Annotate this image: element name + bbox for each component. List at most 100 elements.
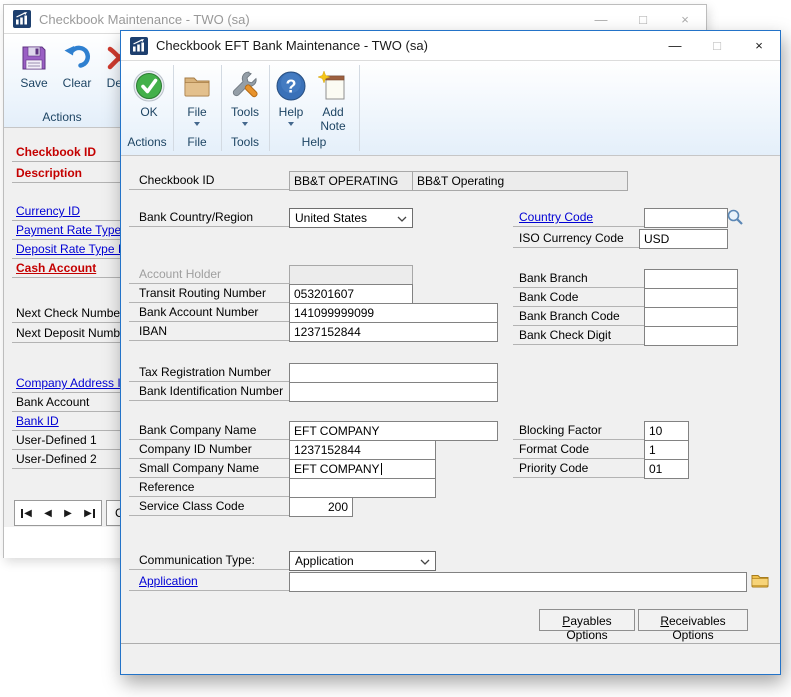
- group-label-file: File: [173, 135, 221, 149]
- reference-field[interactable]: [289, 478, 436, 498]
- last-record-button[interactable]: ▶: [84, 508, 95, 519]
- eft-form-area: Checkbook ID Bank Country/Region Account…: [121, 156, 780, 673]
- close-button[interactable]: ×: [738, 31, 780, 60]
- lookup-magnifier-icon[interactable]: [725, 207, 745, 227]
- bank-country-dropdown[interactable]: United States: [289, 208, 413, 228]
- account-holder-label: Account Holder: [129, 265, 289, 284]
- window-title: Checkbook EFT Bank Maintenance - TWO (sa…: [156, 38, 428, 53]
- app-bar-chart-icon: [130, 37, 148, 55]
- bank-code-label: Bank Code: [513, 288, 644, 307]
- bank-identification-label: Bank Identification Number: [129, 382, 289, 401]
- sidebar-item-payment-rate-type-id[interactable]: Payment Rate Type ID: [12, 220, 124, 240]
- svg-text:?: ?: [286, 77, 297, 97]
- sidebar-item-description: Description: [12, 163, 124, 183]
- group-separator: [359, 65, 360, 151]
- group-label-help: Help: [269, 135, 359, 149]
- chevron-down-icon: [242, 122, 248, 129]
- help-menu-button[interactable]: ? Help: [271, 69, 311, 129]
- sidebar-item-next-deposit-number: Next Deposit Number: [12, 323, 124, 343]
- tax-registration-field[interactable]: [289, 363, 498, 383]
- iban-label: IBAN: [129, 322, 289, 341]
- bank-code-field[interactable]: [644, 288, 738, 308]
- maximize-button[interactable]: □: [622, 5, 664, 33]
- bank-branch-label: Bank Branch: [513, 269, 644, 288]
- bank-company-name-label: Bank Company Name: [129, 421, 289, 440]
- tools-menu-button[interactable]: Tools: [223, 69, 267, 129]
- bank-branch-field[interactable]: [644, 269, 738, 289]
- sidebar-item-checkbook-id: Checkbook ID: [12, 142, 124, 162]
- iban-field[interactable]: 1237152844: [289, 322, 498, 342]
- service-class-code-field[interactable]: 200: [289, 497, 353, 517]
- checkbook-id-code-field[interactable]: BB&T OPERATING: [289, 171, 413, 191]
- transit-routing-label: Transit Routing Number: [129, 284, 289, 303]
- checkbook-id-label: Checkbook ID: [129, 171, 289, 190]
- previous-record-button[interactable]: ◀: [44, 508, 52, 519]
- next-record-button[interactable]: ▶: [64, 508, 72, 519]
- tax-registration-label: Tax Registration Number: [129, 363, 289, 382]
- status-bar-separator: [121, 643, 780, 644]
- group-label-tools: Tools: [221, 135, 269, 149]
- chevron-down-icon: [288, 122, 294, 129]
- sidebar-item-bank-account: Bank Account: [12, 392, 124, 412]
- bank-identification-field[interactable]: [289, 382, 498, 402]
- sidebar-item-company-address-id[interactable]: Company Address ID: [12, 373, 124, 393]
- maximize-button[interactable]: □: [696, 31, 738, 60]
- close-button[interactable]: ×: [664, 5, 706, 33]
- bank-branch-code-field[interactable]: [644, 307, 738, 327]
- chevron-down-icon: [397, 216, 407, 222]
- minimize-button[interactable]: —: [580, 5, 622, 33]
- sidebar-item-bank-id[interactable]: Bank ID: [12, 411, 124, 431]
- blocking-factor-field[interactable]: 10: [644, 421, 689, 441]
- group-label-actions: Actions: [121, 135, 173, 149]
- sidebar-item-user-defined-1: User-Defined 1: [12, 430, 124, 450]
- application-field[interactable]: [289, 572, 747, 592]
- priority-code-field[interactable]: 01: [644, 459, 689, 479]
- first-record-button[interactable]: ◀: [21, 508, 32, 519]
- company-id-number-field[interactable]: 1237152844: [289, 440, 436, 460]
- country-code-field[interactable]: [644, 208, 728, 228]
- communication-type-dropdown[interactable]: Application: [289, 551, 436, 571]
- application-link-label[interactable]: Application: [129, 572, 289, 591]
- clear-button[interactable]: Clear: [56, 42, 98, 90]
- bank-account-number-label: Bank Account Number: [129, 303, 289, 322]
- payables-options-button[interactable]: Payables Options: [539, 609, 635, 631]
- minimize-button[interactable]: —: [654, 31, 696, 60]
- app-bar-chart-icon: [13, 10, 31, 28]
- receivables-options-button[interactable]: Receivables Options: [638, 609, 748, 631]
- sidebar-item-cash-account[interactable]: Cash Account: [12, 258, 124, 278]
- sidebar-item-currency-id[interactable]: Currency ID: [12, 201, 124, 221]
- add-note-button[interactable]: Add Note: [311, 69, 355, 133]
- small-company-name-field[interactable]: EFT COMPANY: [289, 459, 436, 479]
- transit-routing-field[interactable]: 053201607: [289, 284, 413, 304]
- floppy-disk-icon: [18, 42, 50, 74]
- service-class-code-label: Service Class Code: [129, 497, 289, 516]
- note-star-icon: [316, 69, 350, 103]
- toolbar: OK File Tools ? Help Add Note Actions Fi…: [121, 60, 780, 156]
- green-check-icon: [132, 69, 166, 103]
- country-code-link-label[interactable]: Country Code: [513, 208, 644, 227]
- bank-company-name-field[interactable]: EFT COMPANY: [289, 421, 498, 441]
- folder-icon: [180, 69, 214, 103]
- title-bar: Checkbook EFT Bank Maintenance - TWO (sa…: [121, 31, 780, 60]
- sidebar-item-deposit-rate-type-id[interactable]: Deposit Rate Type ID: [12, 239, 124, 259]
- bank-account-number-field[interactable]: 141099999099: [289, 303, 498, 323]
- file-menu-button[interactable]: File: [175, 69, 219, 129]
- ok-button[interactable]: OK: [127, 69, 171, 119]
- communication-type-label: Communication Type:: [129, 551, 289, 570]
- iso-currency-code-field[interactable]: USD: [639, 229, 728, 249]
- checkbook-id-name-field[interactable]: BB&T Operating: [412, 171, 628, 191]
- bank-check-digit-field[interactable]: [644, 326, 738, 346]
- account-holder-field[interactable]: [289, 265, 413, 285]
- iso-currency-code-label: ISO Currency Code: [513, 229, 644, 248]
- reference-label: Reference: [129, 478, 289, 497]
- bank-check-digit-label: Bank Check Digit: [513, 326, 644, 345]
- chevron-down-icon: [194, 122, 200, 129]
- bank-branch-code-label: Bank Branch Code: [513, 307, 644, 326]
- checkbook-eft-bank-maintenance-dialog: Checkbook EFT Bank Maintenance - TWO (sa…: [120, 30, 781, 675]
- save-button[interactable]: Save: [12, 42, 56, 90]
- browse-folder-icon[interactable]: [751, 572, 769, 588]
- window-title: Checkbook Maintenance - TWO (sa): [39, 12, 250, 27]
- chevron-down-icon: [420, 559, 430, 565]
- format-code-field[interactable]: 1: [644, 440, 689, 460]
- small-company-name-label: Small Company Name: [129, 459, 289, 478]
